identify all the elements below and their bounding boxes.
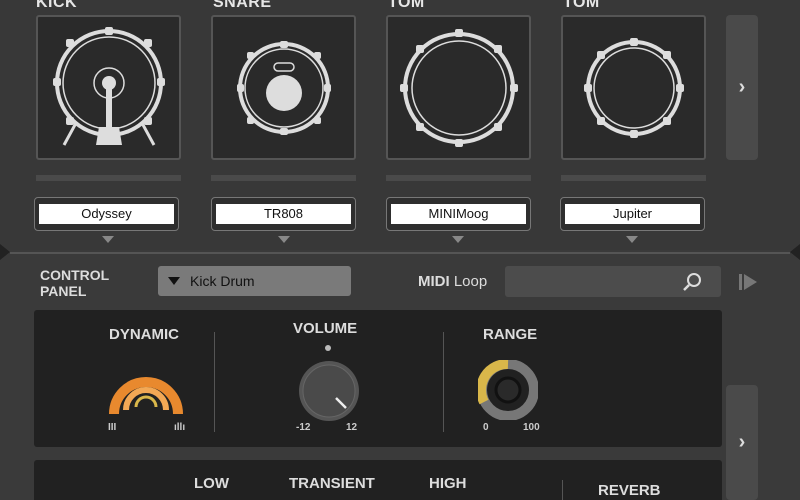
reverb-title: REVERB [598,482,661,499]
preset-select-kick[interactable]: Odyssey [34,197,179,231]
preset-select-tom-2[interactable]: Jupiter [560,197,705,231]
kick-drum-icon [52,26,165,146]
chevron-down-icon[interactable] [102,236,114,243]
drum-select-value: Kick Drum [190,273,255,289]
preset-value: Odyssey [39,204,174,224]
drum-select-dropdown[interactable]: Kick Drum [158,266,351,296]
volume-min-label: -12 [296,422,311,433]
eq-panel: LOW TRANSIENT HIGH REVERB [34,460,722,500]
chevron-down-icon[interactable] [278,236,290,243]
pad-level-bar [386,175,531,181]
drum-selector-area: KICK Odyssey SNARE TR808 TOM MINIMoog TO… [0,0,800,250]
tom-drum-icon [583,37,684,138]
separator [562,480,563,500]
dropdown-arrow-icon [168,277,180,285]
drum-pad-kick[interactable] [36,15,181,160]
range-min-label: 0 [483,422,489,433]
drum-label-tom-1: TOM [388,0,425,11]
knob-panel: DYNAMIC III ıllı VOLUME -12 12 RANGE 0 1… [34,310,722,447]
preset-value: MINIMoog [391,204,526,224]
drum-label-snare: SNARE [213,0,272,11]
range-knob[interactable] [478,360,538,420]
drum-pad-snare[interactable] [211,15,356,160]
pad-level-bar [561,175,706,181]
drum-label-tom-2: TOM [563,0,600,11]
pad-level-bar [211,175,356,181]
drum-pad-tom-2[interactable] [561,15,706,160]
play-icon[interactable] [739,273,759,291]
drum-label-kick: KICK [36,0,78,11]
transient-title: TRANSIENT [289,475,375,492]
section-divider [10,252,790,254]
high-title: HIGH [429,475,467,492]
volume-indicator-dot [325,345,331,351]
divider-notch-right [790,244,800,260]
range-title: RANGE [483,326,538,343]
chevron-right-icon: › [738,76,746,98]
search-icon[interactable] [681,272,703,292]
dynamic-min-glyph: III [108,422,117,433]
separator [443,332,444,432]
low-title: LOW [194,475,229,492]
dynamic-meter-knob[interactable] [106,352,186,418]
separator [214,332,215,432]
range-max-label: 100 [523,422,540,433]
volume-max-label: 12 [346,422,358,433]
drum-pad-tom-1[interactable] [386,15,531,160]
divider-notch-left [0,244,10,260]
next-drums-button[interactable]: › [726,15,758,160]
midi-loop-label: MIDI Loop [418,273,488,290]
preset-select-tom-1[interactable]: MINIMoog [386,197,531,231]
preset-value: TR808 [216,204,351,224]
volume-title: VOLUME [293,320,358,337]
volume-knob[interactable] [296,358,362,424]
dynamic-title: DYNAMIC [109,326,179,343]
preset-select-snare[interactable]: TR808 [211,197,356,231]
chevron-down-icon[interactable] [626,236,638,243]
chevron-right-icon: › [738,431,746,453]
preset-value: Jupiter [565,204,700,224]
next-panel-button[interactable]: › [726,385,758,500]
chevron-down-icon[interactable] [452,236,464,243]
midi-loop-search-input[interactable] [505,266,721,297]
snare-drum-icon [236,40,331,135]
pad-level-bar [36,175,181,181]
tom-drum-icon [399,28,518,147]
dynamic-max-glyph: ıllı [174,422,186,433]
control-panel-title: CONTROL PANEL [40,267,110,299]
